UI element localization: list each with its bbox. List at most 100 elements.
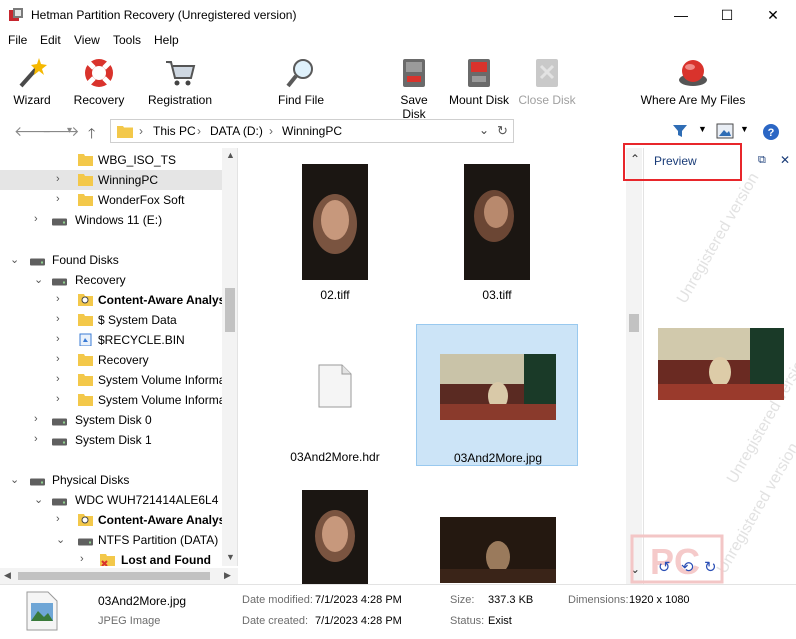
breadcrumb-data-d[interactable]: DATA (D:) xyxy=(210,124,263,138)
tree-item[interactable]: › WinningPC xyxy=(0,170,222,190)
expand-arrow-icon[interactable]: › xyxy=(80,553,84,565)
status-date-modified: 7/1/2023 4:28 PM xyxy=(315,594,402,606)
tree-item[interactable]: › Content-Aware Analysis xyxy=(0,290,235,310)
scroll-thumb[interactable] xyxy=(629,314,639,332)
expand-arrow-icon[interactable]: › xyxy=(34,413,38,425)
collapse-arrow-icon[interactable]: ⌄ xyxy=(10,473,19,486)
menu-view[interactable]: View xyxy=(74,30,100,47)
tree-item[interactable]: › Lost and Found xyxy=(0,550,222,566)
tree-item[interactable]: ⌄ Physical Disks xyxy=(0,470,222,490)
collapse-arrow-icon[interactable]: ⌄ xyxy=(34,273,43,286)
expand-arrow-icon[interactable]: › xyxy=(34,213,38,225)
tree-item[interactable]: › Windows 11 (E:) xyxy=(0,210,222,230)
undock-icon[interactable]: ⧉ xyxy=(758,154,766,167)
view-dropdown-icon[interactable]: ▼ xyxy=(740,124,749,134)
address-field[interactable]: › This PC › DATA (D:) › WinningPC ⌄ ↻ xyxy=(110,119,514,143)
address-dropdown-icon[interactable]: ⌄ xyxy=(479,123,489,137)
file-item[interactable]: 02.tiff xyxy=(254,158,416,306)
maximize-button[interactable]: ☐ xyxy=(704,0,750,30)
app-icon xyxy=(9,8,23,21)
breadcrumb-winningpc[interactable]: WinningPC xyxy=(282,124,342,138)
close-preview-icon[interactable]: ✕ xyxy=(780,153,790,167)
forward-button[interactable]: 🡒 xyxy=(42,123,80,140)
wizard-button[interactable]: Wizard xyxy=(10,56,54,107)
scroll-down-icon[interactable]: ▼ xyxy=(226,552,235,562)
scroll-thumb[interactable] xyxy=(225,288,235,332)
expand-arrow-icon[interactable]: › xyxy=(56,513,60,525)
file-item[interactable] xyxy=(416,486,578,584)
save-disk-button[interactable]: Save Disk xyxy=(387,56,441,121)
close-button[interactable]: ✕ xyxy=(750,0,796,30)
file-grid: 02.tiff 03.tiff 03And2More.hdr 03And2Mor… xyxy=(240,148,626,584)
scroll-thumb[interactable] xyxy=(18,572,210,580)
menu-tools[interactable]: Tools xyxy=(113,30,141,47)
rotate-left-icon[interactable]: ↺ xyxy=(658,558,671,576)
filter-icon[interactable] xyxy=(672,123,688,139)
help-icon[interactable]: ? xyxy=(762,123,780,141)
scroll-left-icon[interactable]: ◀ xyxy=(4,570,11,581)
breadcrumb-this-pc[interactable]: This PC xyxy=(153,124,196,138)
file-item[interactable]: 03.tiff xyxy=(416,158,578,306)
expand-arrow-icon[interactable]: › xyxy=(56,193,60,205)
tree-item[interactable]: › System Disk 1 xyxy=(0,430,222,450)
menu-edit[interactable]: Edit xyxy=(40,30,61,47)
registration-button[interactable]: Registration xyxy=(146,56,214,107)
rotate-right-icon[interactable]: ↻ xyxy=(704,558,717,576)
scroll-up-icon[interactable]: ▲ xyxy=(226,150,235,160)
tree-item[interactable]: › Recovery xyxy=(0,350,222,370)
tree-item[interactable]: › WonderFox Soft xyxy=(0,190,222,210)
up-button[interactable]: 🡑 xyxy=(88,123,95,147)
folder-icon xyxy=(117,126,133,138)
flip-icon[interactable]: ⟲ xyxy=(681,558,694,576)
file-item-selected[interactable]: 03And2More.jpg xyxy=(416,324,578,466)
collapse-arrow-icon[interactable]: ⌄ xyxy=(56,533,65,546)
tree-item[interactable]: WBG_ISO_TS xyxy=(0,150,222,170)
close-disk-button[interactable]: Close Disk xyxy=(518,56,576,107)
drive-icon xyxy=(52,418,67,426)
history-dropdown-icon[interactable]: ▾ xyxy=(67,125,72,136)
file-item[interactable]: 03And2More.hdr xyxy=(254,324,416,464)
tree-item[interactable]: › $ System Data xyxy=(0,310,222,330)
tree-item[interactable]: › System Volume Information xyxy=(0,370,237,390)
expand-arrow-icon[interactable]: › xyxy=(56,373,60,385)
find-file-button[interactable]: Find File xyxy=(276,56,326,107)
tree-item[interactable]: › System Volume Information xyxy=(0,390,237,410)
menu-file[interactable]: File xyxy=(8,30,27,47)
tree-vertical-scrollbar[interactable]: ▲ ▼ xyxy=(222,148,237,566)
mount-disk-button[interactable]: Mount Disk xyxy=(447,56,511,107)
where-are-my-files-button[interactable]: Where Are My Files xyxy=(640,56,746,107)
tree-item[interactable]: ⌄ WDC WUH721414ALE6L4 xyxy=(0,490,222,510)
minimize-button[interactable]: — xyxy=(658,0,704,30)
expand-arrow-icon[interactable]: › xyxy=(56,333,60,345)
tree-item[interactable]: ⌄ NTFS Partition (DATA) xyxy=(0,530,222,550)
tree-item[interactable]: ⌄ Recovery xyxy=(0,270,222,290)
tree-item[interactable]: › $RECYCLE.BIN xyxy=(0,330,222,350)
expand-arrow-icon[interactable]: › xyxy=(56,173,60,185)
tree-item[interactable]: ⌄ Found Disks xyxy=(0,250,222,270)
tree-horizontal-scrollbar[interactable]: ◀ ▶ xyxy=(0,568,238,584)
view-mode-icon[interactable] xyxy=(716,123,734,139)
scroll-right-icon[interactable]: ▶ xyxy=(224,570,231,581)
recovery-button[interactable]: Recovery xyxy=(72,56,126,107)
collapse-arrow-icon[interactable]: ⌄ xyxy=(34,493,43,506)
refresh-icon[interactable]: ↻ xyxy=(497,123,508,139)
folder-icon xyxy=(78,154,93,166)
status-size: 337.3 KB xyxy=(488,594,534,606)
expand-arrow-icon[interactable]: › xyxy=(56,353,60,365)
collapse-arrow-icon[interactable]: ⌄ xyxy=(10,253,19,266)
expand-arrow-icon[interactable]: › xyxy=(56,393,60,405)
shopping-cart-icon xyxy=(166,61,196,86)
lost-folder-icon xyxy=(100,554,115,566)
drive-icon xyxy=(30,478,45,486)
search-folder-icon xyxy=(78,294,93,306)
filter-dropdown-icon[interactable]: ▼ xyxy=(698,124,707,134)
help-button-icon xyxy=(679,60,707,86)
menu-help[interactable]: Help xyxy=(154,30,179,47)
expand-arrow-icon[interactable]: › xyxy=(34,433,38,445)
tree-item[interactable]: › Content-Aware Analysis xyxy=(0,510,235,530)
files-vertical-scrollbar[interactable]: ⌃ ⌄ xyxy=(626,148,642,584)
tree-item[interactable]: › System Disk 0 xyxy=(0,410,222,430)
expand-arrow-icon[interactable]: › xyxy=(56,313,60,325)
file-item[interactable] xyxy=(254,486,416,584)
expand-arrow-icon[interactable]: › xyxy=(56,293,60,305)
